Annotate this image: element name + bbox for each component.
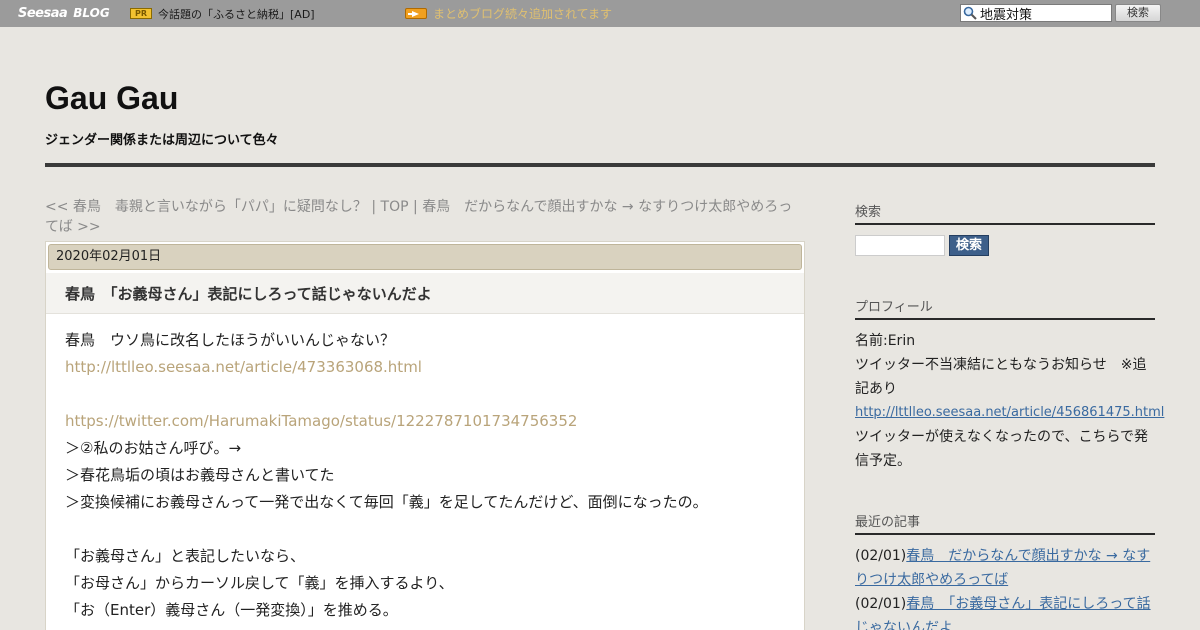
entry-text-line: 春鳥 ウソ鳥に改名したほうがいいんじゃない？ <box>65 331 396 349</box>
sidebar-search-input[interactable] <box>855 235 945 256</box>
seesaa-blog-logo[interactable]: Seesaa BLOG <box>18 5 110 21</box>
top-link[interactable]: TOP <box>381 199 409 215</box>
recent-articles-list: (02/01)春鳥 だからなんで顔出すかな → なすりつけ太郎やめろってば (0… <box>855 544 1155 630</box>
entry-text-line: ＞春花鳥垢の頃はお義母さんと書いてた <box>65 466 335 484</box>
pr-badge: PR <box>130 8 152 19</box>
logo-blog-text: BLOG <box>73 6 110 20</box>
entry-text-line: 「お義母さん」と表記したいなら、 <box>65 547 306 565</box>
profile-name: 名前:Erin <box>855 333 916 349</box>
article-navigation: << 春鳥 毒親と言いながら「パパ」に疑問なし？ | TOP | 春鳥 だからな… <box>45 197 805 237</box>
top-search-button[interactable]: 検索 <box>1115 4 1161 22</box>
entry-blank-line <box>65 381 795 408</box>
site-description: ジェンダー関係または周辺について色々 <box>45 133 279 148</box>
profile-notice-text-2: ツイッターが使えなくなったので、こちらで発信予定。 <box>855 429 1149 469</box>
arrow-right-icon <box>405 8 427 19</box>
sidebar-profile-heading: プロフィール <box>855 296 1155 320</box>
entry-title-bar: 春鳥 「お義母さん」表記にしろって話じゃないんだよ <box>46 273 804 314</box>
nav-separator: | <box>366 199 381 215</box>
entry-text-line: 「お母さん」からカーソル戻して「義」を挿入するより、 <box>65 574 454 592</box>
profile-link[interactable]: http://lttlleo.seesaa.net/article/456861… <box>855 401 1164 425</box>
header-divider <box>45 163 1155 167</box>
sidebar-search-heading: 検索 <box>855 201 1155 225</box>
entry-text-line: ＞変換候補にお義母さんって一発で出なくて毎回「義」を足してたんだけど、面倒になっ… <box>65 493 708 511</box>
sidebar-recent-heading: 最近の記事 <box>855 511 1155 535</box>
site-title[interactable]: Gau Gau <box>45 80 178 117</box>
recent-article-date: (02/01) <box>855 596 907 612</box>
prev-article-link[interactable]: << 春鳥 毒親と言いながら「パパ」に疑問なし？ <box>45 199 367 215</box>
blog-entry: 2020年02月01日 春鳥 「お義母さん」表記にしろって話じゃないんだよ 春鳥… <box>45 241 805 630</box>
nav-separator: | <box>408 199 423 215</box>
entry-blank-line <box>65 516 795 543</box>
recent-article-item: (02/01)春鳥 「お義母さん」表記にしろって話じゃないんだよ <box>855 592 1155 630</box>
top-bar: Seesaa BLOG PR 今話題の「ふるさと納税」[AD] まとめブログ続々… <box>0 0 1200 27</box>
entry-title[interactable]: 春鳥 「お義母さん」表記にしろって話じゃないんだよ <box>65 283 432 304</box>
entry-link[interactable]: https://twitter.com/HarumakiTamago/statu… <box>65 408 795 435</box>
logo-seesaa-text: Seesaa <box>18 5 68 21</box>
entry-date: 2020年02月01日 <box>48 244 802 270</box>
entry-text-line: 「お（Enter）義母さん（一発変換）」を推める。 <box>65 601 398 619</box>
entry-text-line: ＞②私のお姑さん呼び。→ <box>65 439 242 457</box>
sidebar-search-button[interactable]: 検索 <box>949 235 989 256</box>
profile-notice-text: ツイッター不当凍結にともなうお知らせ ※追記あり <box>855 357 1147 397</box>
recent-article-item: (02/01)春鳥 だからなんで顔出すかな → なすりつけ太郎やめろってば <box>855 544 1155 592</box>
search-icon <box>963 6 977 20</box>
entry-body: 春鳥 ウソ鳥に改名したほうがいいんじゃない？ http://lttlleo.se… <box>65 327 795 624</box>
news-link[interactable]: まとめブログ続々追加されてます <box>433 5 612 22</box>
recent-article-date: (02/01) <box>855 548 907 564</box>
entry-link[interactable]: http://lttlleo.seesaa.net/article/473363… <box>65 354 795 381</box>
top-search-box[interactable] <box>960 4 1112 22</box>
top-search-input[interactable] <box>980 5 1110 21</box>
pr-ad-link[interactable]: 今話題の「ふるさと納税」[AD] <box>158 6 315 22</box>
profile-section: 名前:Erin ツイッター不当凍結にともなうお知らせ ※追記あり http://… <box>855 329 1164 473</box>
